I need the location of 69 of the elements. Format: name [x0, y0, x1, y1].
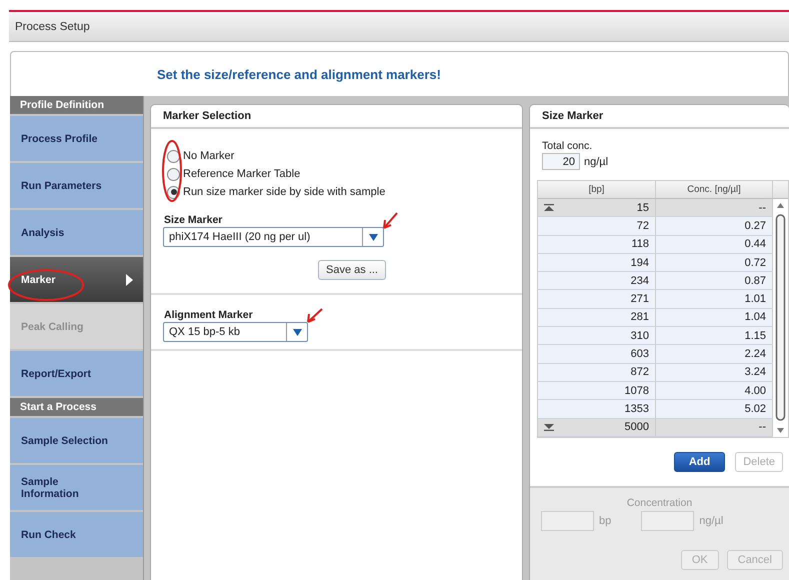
alignment-marker-dropdown[interactable]: QX 15 bp-5 kb	[163, 322, 308, 342]
field-label: Total conc.	[542, 140, 594, 152]
size-marker-dropdown[interactable]: phiX174 HaeIII (20 ng per ul)	[163, 227, 384, 247]
table-cell: 118	[538, 236, 656, 253]
table-cell: 72	[538, 217, 656, 235]
table-cell: 1.04	[656, 308, 773, 326]
sidebar-item[interactable]: Analysis	[10, 210, 143, 255]
radio-button[interactable]	[167, 168, 180, 180]
table-cell: 4.00	[656, 382, 773, 400]
bp-field[interactable]	[541, 511, 594, 531]
sidebar-item[interactable]: Marker	[10, 257, 143, 302]
table-cell: 1353	[538, 400, 656, 418]
annotation-ellipse	[162, 140, 182, 202]
table-cell: 0.72	[656, 254, 773, 272]
sidebar-item[interactable]: Report/Export	[10, 351, 143, 396]
table-cell: 5000	[538, 418, 656, 436]
table-cell: 3.24	[656, 364, 773, 381]
table-cell: 0.27	[656, 217, 773, 235]
unit-label: bp	[599, 515, 612, 527]
sidebar-item[interactable]: Run Check	[10, 512, 143, 557]
column-header[interactable]: Conc. [ng/µl]	[656, 181, 773, 198]
page-heading: Set the size/reference and alignment markers!	[157, 66, 441, 82]
table-cell: 5.02	[656, 400, 773, 418]
window-title: Process Setup	[15, 20, 90, 32]
table-cell: 310	[538, 327, 656, 344]
concentration-field[interactable]	[641, 511, 694, 531]
table-cell: 2.24	[656, 345, 773, 363]
field-label: Alignment Marker	[164, 309, 253, 321]
table-cell: 234	[538, 272, 656, 290]
table-cell: --	[656, 418, 773, 436]
radio-label: Run size marker side by side with sample	[183, 186, 386, 198]
triangle-icon	[126, 274, 133, 286]
annotation-arrow	[382, 211, 399, 230]
dropdown-arrow-icon	[292, 328, 302, 336]
radio-label: Reference Marker Table	[183, 168, 300, 180]
sidebar-item[interactable]: Sample Information	[10, 465, 143, 510]
section-header: Start a Process	[10, 398, 143, 416]
column-header[interactable]: [bp]	[538, 181, 656, 198]
section-header: Profile Definition	[10, 96, 143, 114]
panel-title: Size Marker	[530, 105, 789, 129]
add-button[interactable]: Add	[674, 452, 726, 472]
dropdown-arrow-icon	[368, 234, 378, 240]
field-label: Concentration	[626, 497, 694, 509]
table-cell: 603	[538, 345, 656, 363]
save-as-button[interactable]: Save as ...	[318, 260, 386, 280]
upper-limit-icon	[544, 204, 554, 212]
table-cell: 15	[538, 199, 656, 216]
unit-label: ng/µl	[699, 515, 724, 527]
sidebar-item[interactable]: Process Profile	[10, 116, 143, 161]
table-cell: 194	[538, 254, 656, 272]
table-cell: 271	[538, 290, 656, 308]
total-conc-field[interactable]: 20	[542, 153, 580, 170]
table-cell: 1.01	[656, 290, 773, 308]
sidebar-item[interactable]: Sample Selection	[10, 418, 143, 463]
table-cell: 872	[538, 364, 656, 381]
table-cell: 1078	[538, 382, 656, 400]
table-cell: 281	[538, 308, 656, 326]
field-label: Size Marker	[164, 214, 222, 226]
radio-label: No Marker	[183, 150, 234, 162]
sidebar-item[interactable]: Run Parameters	[10, 163, 143, 208]
radio-button[interactable]	[167, 150, 180, 162]
lower-limit-icon	[544, 424, 554, 431]
table-cell: 1.15	[656, 327, 773, 344]
panel-title: Marker Selection	[151, 105, 522, 129]
table-cell: 0.87	[656, 272, 773, 290]
unit-label: ng/µl	[584, 156, 608, 168]
table-cell: --	[656, 199, 773, 216]
annotation-arrow	[306, 307, 324, 324]
table-cell: 0.44	[656, 236, 773, 253]
